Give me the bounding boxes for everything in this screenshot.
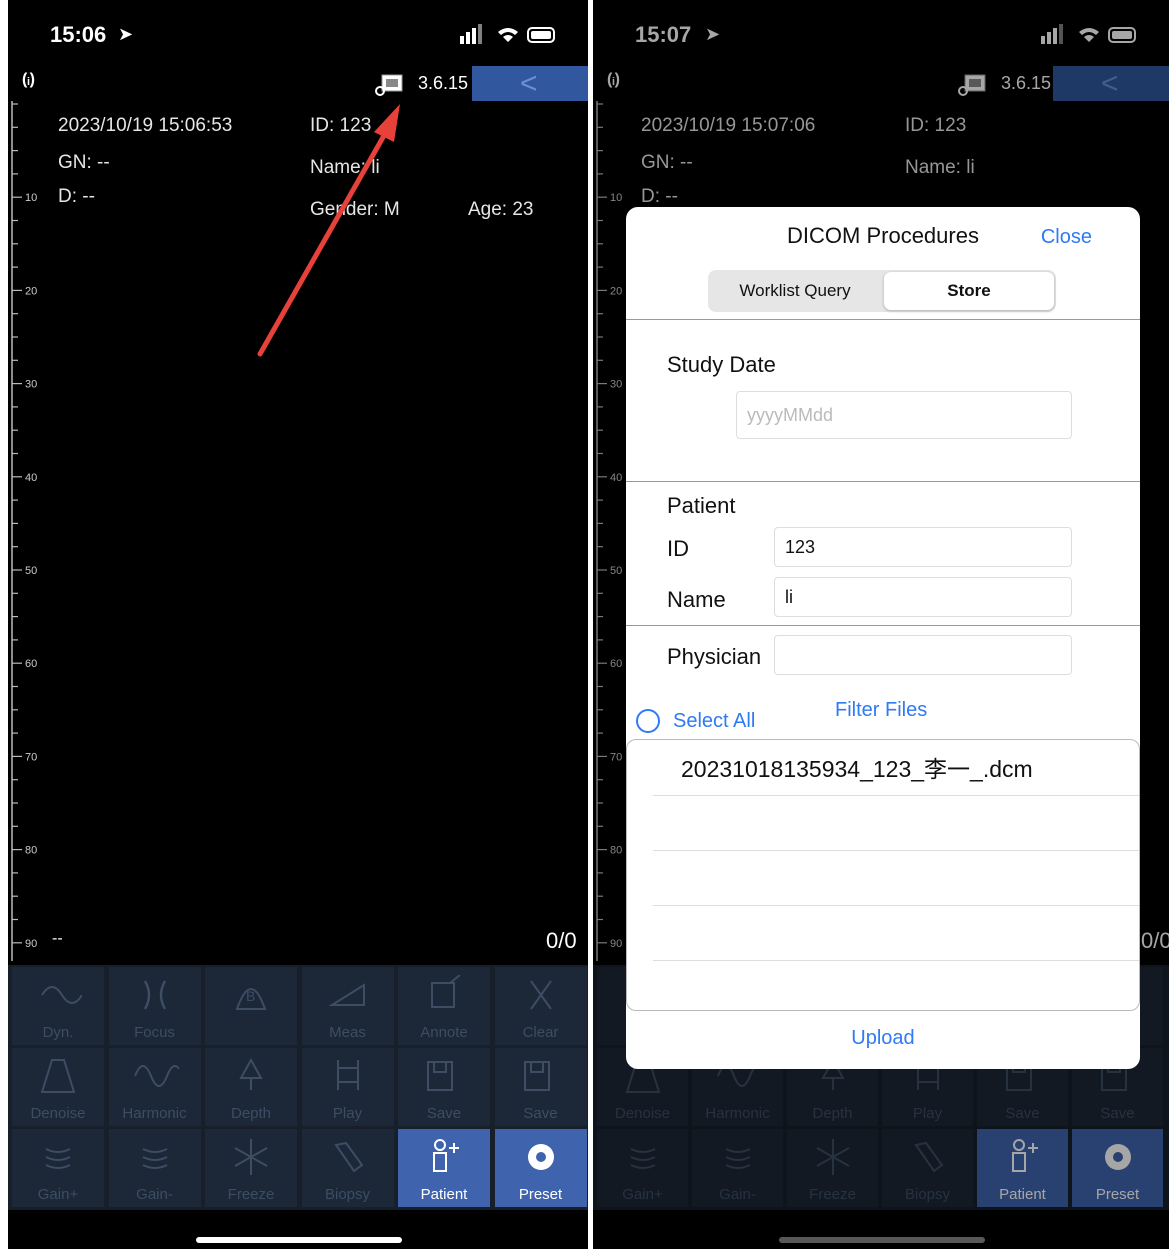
study-date-field[interactable]: yyyyMMdd bbox=[736, 391, 1072, 439]
patient-name-field[interactable]: li bbox=[774, 577, 1072, 617]
tool-preset-button[interactable]: Preset bbox=[494, 1129, 587, 1207]
frame-counter: 0/0 bbox=[546, 928, 577, 953]
scale-tick-label: 60 bbox=[25, 658, 37, 670]
patient-section-label: Patient bbox=[667, 493, 736, 518]
dynamic-range-icon bbox=[41, 986, 82, 1004]
clear-icon bbox=[529, 980, 552, 1010]
select-all-label[interactable]: Select All bbox=[673, 710, 755, 733]
patient-id-field[interactable]: 123 bbox=[774, 527, 1072, 567]
tool-denoise-button[interactable]: Denoise bbox=[12, 1048, 104, 1126]
file-name: 20231018135934_123_李一_.dcm bbox=[681, 756, 1033, 782]
tool-b-mode-button[interactable]: B bbox=[205, 967, 297, 1045]
annotate-icon bbox=[431, 975, 461, 1008]
study-date-placeholder: yyyyMMdd bbox=[747, 405, 834, 425]
freeze-icon bbox=[234, 1139, 268, 1175]
tool-label: Patient bbox=[420, 1186, 468, 1203]
file-row[interactable] bbox=[653, 960, 1139, 1015]
gain-up-icon bbox=[45, 1148, 71, 1169]
tool-label: Dyn. bbox=[42, 1024, 74, 1041]
tool-label: Denoise bbox=[30, 1105, 86, 1122]
biopsy-icon bbox=[333, 1141, 363, 1173]
tool-play-button[interactable]: Play bbox=[301, 1048, 394, 1126]
tool-depth-button[interactable]: Depth bbox=[205, 1048, 297, 1126]
tool-label: Biopsy bbox=[324, 1186, 371, 1203]
tool-label: Gain- bbox=[136, 1186, 173, 1203]
physician-label: Physician bbox=[667, 644, 762, 669]
save-icon bbox=[523, 1061, 550, 1091]
annotation-arrow bbox=[257, 104, 400, 357]
tool-label: Save bbox=[523, 1105, 558, 1122]
scale-tick-label: 80 bbox=[25, 845, 37, 857]
scale-tick-label: 50 bbox=[25, 565, 37, 577]
file-row[interactable] bbox=[653, 795, 1139, 851]
tool-focus-button[interactable]: Focus bbox=[108, 967, 201, 1045]
filter-files-button[interactable]: Filter Files bbox=[835, 699, 927, 722]
tool-label: Freeze bbox=[227, 1186, 275, 1203]
study-date-label: Study Date bbox=[667, 352, 776, 377]
divider bbox=[626, 481, 1140, 482]
physician-field[interactable] bbox=[774, 635, 1072, 675]
save-icon bbox=[427, 1061, 453, 1091]
tool-patient-button[interactable]: Patient bbox=[398, 1129, 490, 1207]
scale-tick-label: 40 bbox=[25, 472, 37, 484]
left-phone-screen: 15:06 ➤ (ᵢ) 3.6.15 < 10 20 30 40 50 60 70 80 90 … bbox=[8, 0, 588, 1249]
right-phone-screen: 15:07 ➤ (ᵢ) 3.6.15 < 10 20 30 40 50 60 70 80 90 … bbox=[593, 0, 1169, 1249]
id-label: ID bbox=[667, 536, 689, 561]
depth-readout: -- bbox=[52, 930, 63, 947]
tool-label: Save bbox=[426, 1105, 462, 1122]
dicom-procedures-dialog: DICOM Procedures Close Worklist Query St… bbox=[626, 207, 1140, 1069]
divider bbox=[626, 319, 1140, 320]
tool-harmonic-button[interactable]: Harmonic bbox=[108, 1048, 201, 1126]
tool-label: Annote bbox=[420, 1024, 468, 1041]
tab-store[interactable]: Store bbox=[884, 272, 1054, 310]
file-row[interactable]: 20231018135934_123_李一_.dcm bbox=[653, 740, 1139, 796]
control-toolbar: Dyn. Focus B Meas Annote Clear Denoise Harmonic… bbox=[8, 965, 588, 1210]
gear-icon bbox=[527, 1144, 554, 1170]
tool-annote-button[interactable]: Annote bbox=[398, 967, 490, 1045]
tool-label: Play bbox=[332, 1105, 363, 1122]
play-icon bbox=[336, 1060, 359, 1090]
depth-icon bbox=[239, 1057, 263, 1090]
tab-worklist-query[interactable]: Worklist Query bbox=[708, 270, 882, 312]
upload-button[interactable]: Upload bbox=[626, 1027, 1140, 1050]
home-indicator bbox=[196, 1237, 402, 1243]
tool-label: Harmonic bbox=[122, 1105, 187, 1122]
file-row[interactable] bbox=[653, 850, 1139, 906]
denoise-icon bbox=[40, 1059, 76, 1093]
tool-label: Clear bbox=[522, 1024, 559, 1041]
tool-label: Meas bbox=[329, 1024, 366, 1041]
file-list: 20231018135934_123_李一_.dcm bbox=[626, 739, 1140, 1011]
tool-clear-button[interactable]: Clear bbox=[494, 967, 587, 1045]
mode-segmented-control: Worklist Query Store bbox=[708, 270, 1056, 312]
harmonic-icon bbox=[133, 1065, 179, 1087]
patient-icon bbox=[433, 1139, 459, 1172]
svg-text:B: B bbox=[246, 988, 255, 1004]
focus-icon bbox=[143, 980, 166, 1010]
scale-tick-label: 70 bbox=[25, 751, 37, 763]
tool-label: Focus bbox=[134, 1024, 175, 1041]
tool-gain-button[interactable]: Gain- bbox=[108, 1129, 201, 1207]
name-label: Name bbox=[667, 587, 726, 612]
tool-save-button[interactable]: Save bbox=[494, 1048, 587, 1126]
tool-biopsy-button[interactable]: Biopsy bbox=[301, 1129, 394, 1207]
gain-down-icon bbox=[142, 1148, 167, 1169]
tool-freeze-button[interactable]: Freeze bbox=[205, 1129, 297, 1207]
tool-label: Preset bbox=[518, 1186, 563, 1203]
tool-save-button[interactable]: Save bbox=[398, 1048, 490, 1126]
tool-gain-button[interactable]: Gain+ bbox=[12, 1129, 104, 1207]
file-row[interactable] bbox=[653, 905, 1139, 961]
scale-tick-label: 90 bbox=[25, 938, 37, 950]
tool-label: Gain+ bbox=[37, 1186, 79, 1203]
b-mode-icon: B bbox=[235, 988, 267, 1010]
tool-meas-button[interactable]: Meas bbox=[301, 967, 394, 1045]
divider bbox=[626, 625, 1140, 626]
close-button[interactable]: Close bbox=[1041, 226, 1092, 249]
tool-label: Depth bbox=[230, 1105, 272, 1122]
tool-dyn-button[interactable]: Dyn. bbox=[12, 967, 104, 1045]
select-all-radio[interactable] bbox=[636, 709, 660, 733]
measure-icon bbox=[328, 983, 365, 1006]
